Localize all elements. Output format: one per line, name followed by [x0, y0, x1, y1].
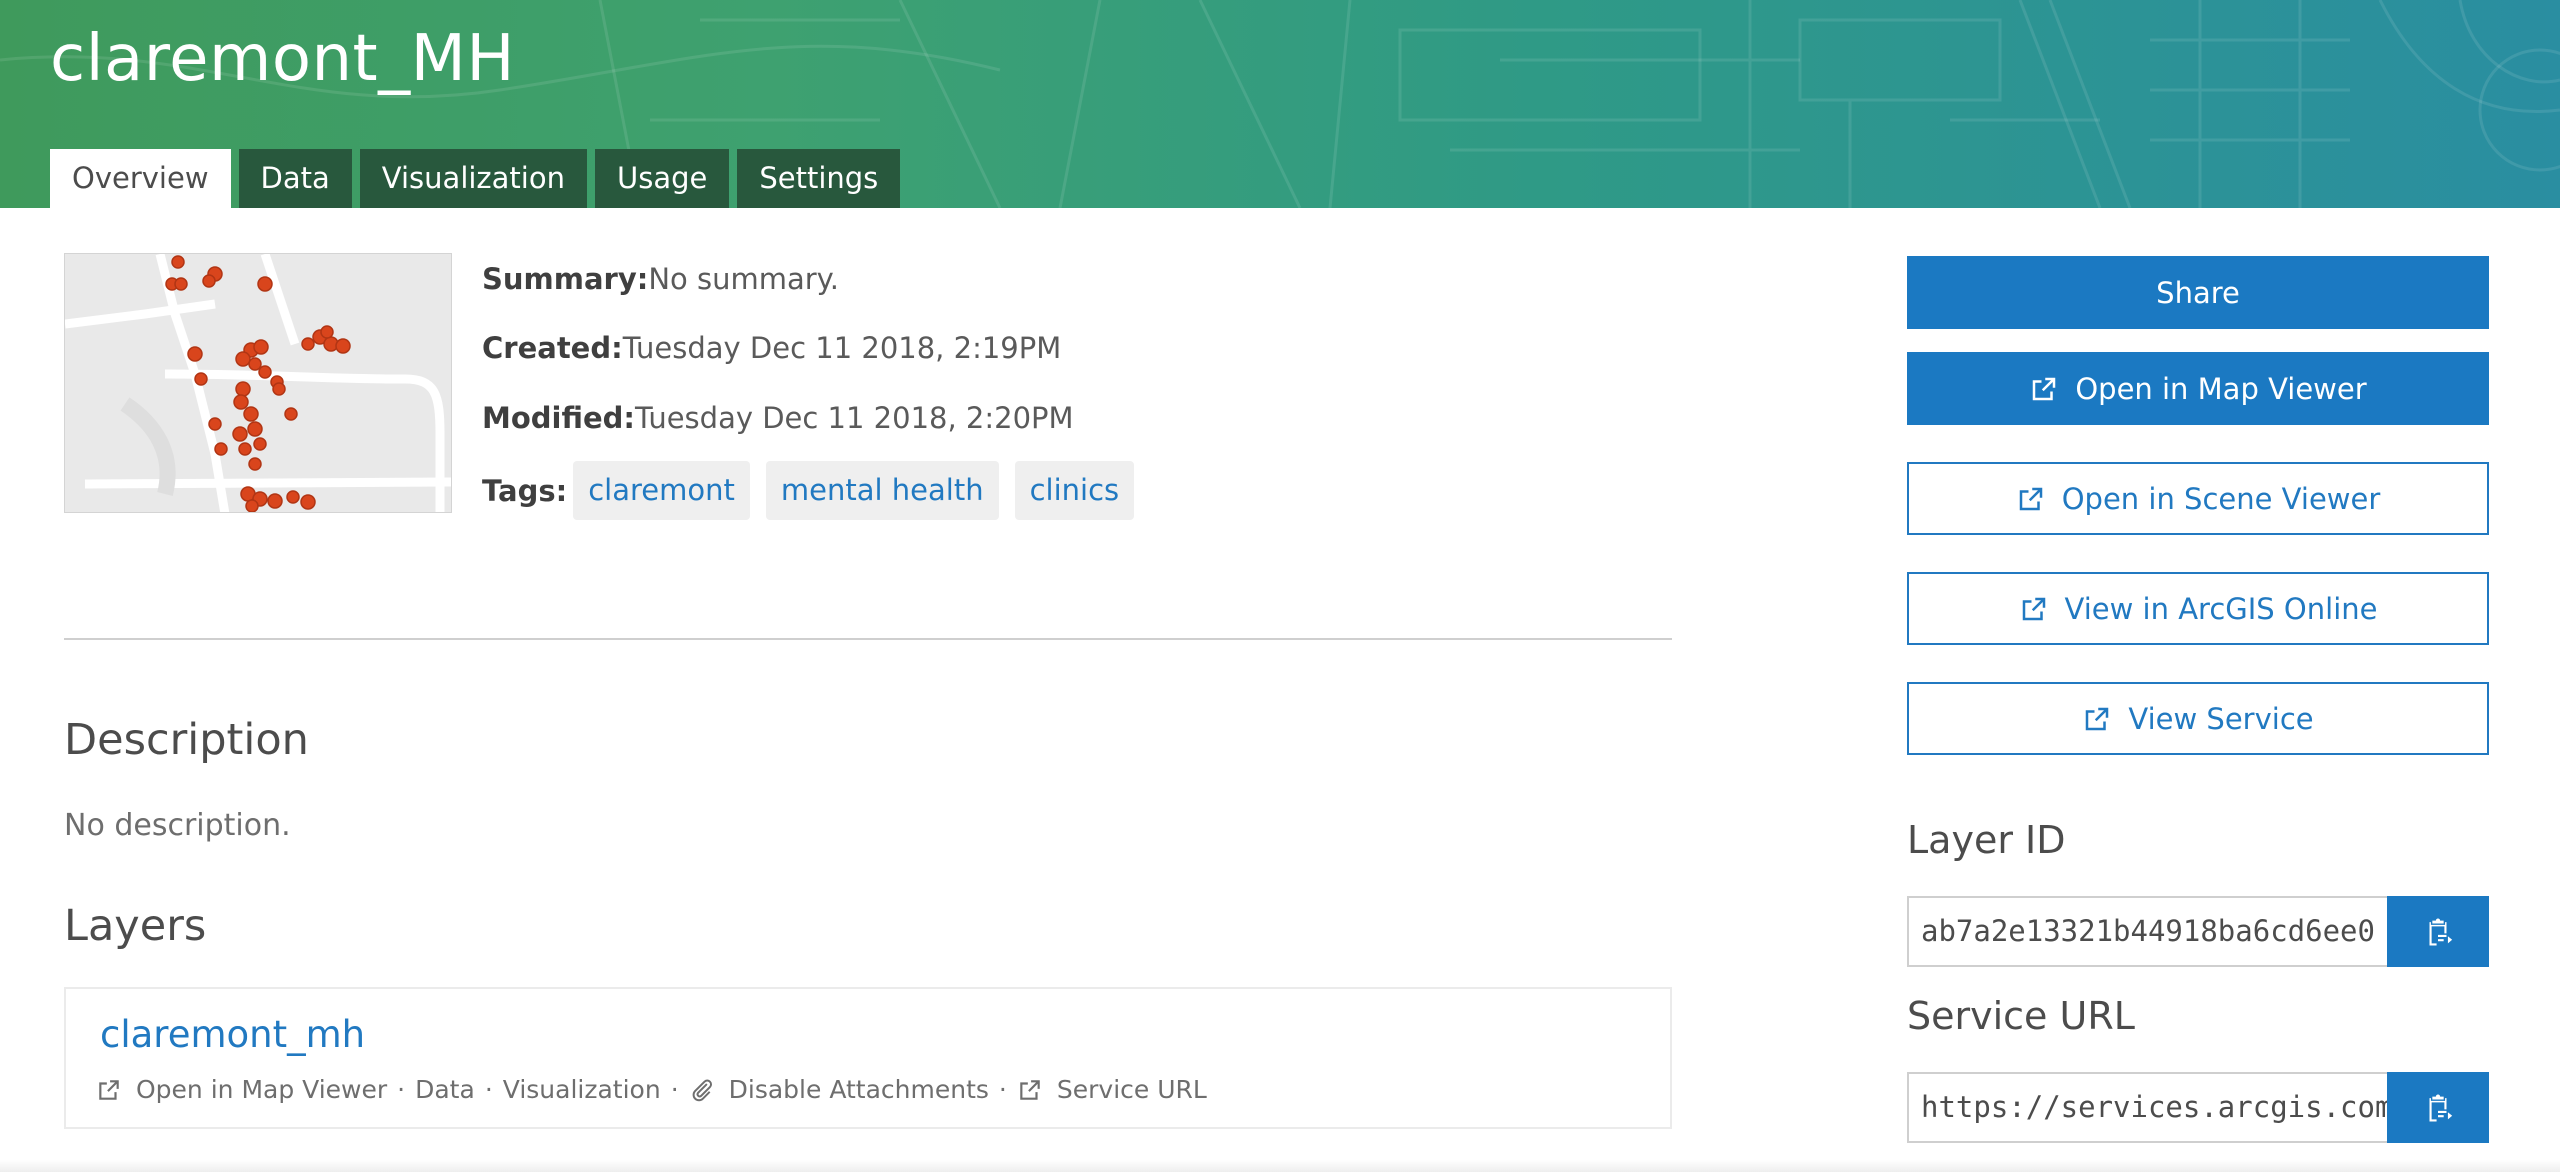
launch-icon: [2022, 597, 2045, 620]
layer-id-label: Layer ID: [1907, 818, 2066, 862]
modified-value: Tuesday Dec 11 2018, 2:20PM: [635, 401, 1074, 435]
tab-visualization[interactable]: Visualization: [359, 149, 587, 208]
created-label: Created:: [482, 331, 623, 365]
view-service-label: View Service: [2128, 701, 2314, 736]
paperclip-icon: [692, 1079, 712, 1101]
layer-action-label: Disable Attachments: [728, 1075, 989, 1104]
bottom-edge-shadow: [0, 1160, 2560, 1172]
layer-action-label: Service URL: [1056, 1075, 1207, 1104]
share-button[interactable]: Share: [1907, 256, 2489, 329]
modified-row: Modified:Tuesday Dec 11 2018, 2:20PM: [482, 401, 1074, 435]
created-value: Tuesday Dec 11 2018, 2:19PM: [622, 331, 1062, 365]
view-arcgis-online-label: View in ArcGIS Online: [2064, 591, 2378, 626]
modified-label: Modified:: [482, 401, 636, 435]
separator-dot: ·: [484, 1075, 493, 1104]
layer-action-label: Visualization: [502, 1075, 661, 1104]
share-button-label: Share: [2156, 275, 2240, 310]
tab-settings[interactable]: Settings: [737, 149, 901, 208]
copy-icon: [2429, 918, 2453, 945]
copy-service-url-button[interactable]: [2387, 1072, 2489, 1143]
section-divider: [64, 638, 1672, 640]
separator-dot: ·: [670, 1075, 679, 1104]
layer-visualization-link[interactable]: Visualization: [503, 1075, 661, 1104]
summary-value: No summary.: [648, 262, 839, 296]
copy-layer-id-button[interactable]: [2387, 896, 2489, 967]
layer-open-map-viewer-link[interactable]: Open in Map Viewer: [96, 1075, 387, 1104]
tag-chip[interactable]: clinics: [1014, 461, 1135, 520]
layer-name-link[interactable]: claremont_mh: [100, 1013, 365, 1056]
tab-bar: Overview Data Visualization Usage Settin…: [50, 149, 908, 208]
tags-row: Tags: claremont mental health clinics: [482, 461, 1150, 520]
service-url-field[interactable]: https://services.arcgis.com: [1907, 1072, 2387, 1143]
view-service-button[interactable]: View Service: [1907, 682, 2489, 755]
layer-action-label: Data: [415, 1075, 475, 1104]
tag-chip[interactable]: claremont: [573, 461, 750, 520]
tags-label: Tags:: [482, 473, 568, 508]
summary-row: Summary:No summary.: [482, 262, 839, 296]
launch-icon: [2086, 707, 2109, 730]
launch-icon: [1020, 1079, 1040, 1100]
layer-id-row: ab7a2e13321b44918ba6cd6ee0: [1907, 896, 2489, 967]
launch-icon: [99, 1079, 119, 1100]
service-url-row: https://services.arcgis.com: [1907, 1072, 2489, 1143]
description-heading: Description: [64, 715, 309, 765]
page-header: claremont_MH Overview Data Visualization…: [0, 0, 2560, 208]
tab-overview[interactable]: Overview: [50, 149, 231, 208]
launch-icon: [2033, 377, 2056, 400]
layer-actions: Open in Map Viewer · Data · Visualizatio…: [96, 1075, 1207, 1104]
layer-card: claremont_mh Open in Map Viewer · Data ·…: [64, 987, 1672, 1129]
tag-chip[interactable]: mental health: [765, 461, 999, 520]
layer-action-label: Open in Map Viewer: [136, 1075, 388, 1104]
copy-icon: [2429, 1094, 2453, 1121]
layers-heading: Layers: [64, 901, 207, 951]
view-in-arcgis-online-button[interactable]: View in ArcGIS Online: [1907, 572, 2489, 645]
page-title: claremont_MH: [50, 22, 515, 96]
thumbnail-map-image: [65, 254, 451, 512]
tab-data[interactable]: Data: [238, 149, 352, 208]
open-in-scene-viewer-button[interactable]: Open in Scene Viewer: [1907, 462, 2489, 535]
launch-icon: [2019, 487, 2042, 510]
open-scene-viewer-label: Open in Scene Viewer: [2061, 481, 2381, 516]
created-row: Created:Tuesday Dec 11 2018, 2:19PM: [482, 331, 1061, 365]
item-thumbnail: [64, 253, 452, 513]
open-map-viewer-label: Open in Map Viewer: [2075, 371, 2367, 406]
layer-disable-attachments-link[interactable]: Disable Attachments: [689, 1075, 989, 1104]
layer-id-field[interactable]: ab7a2e13321b44918ba6cd6ee0: [1907, 896, 2387, 967]
summary-label: Summary:: [482, 262, 649, 296]
separator-dot: ·: [998, 1075, 1007, 1104]
layer-data-link[interactable]: Data: [415, 1075, 475, 1104]
open-in-map-viewer-button[interactable]: Open in Map Viewer: [1907, 352, 2489, 425]
layer-service-url-link[interactable]: Service URL: [1017, 1075, 1207, 1104]
tab-usage[interactable]: Usage: [594, 149, 730, 208]
service-url-label: Service URL: [1907, 994, 2135, 1038]
separator-dot: ·: [397, 1075, 406, 1104]
description-text: No description.: [64, 808, 291, 843]
